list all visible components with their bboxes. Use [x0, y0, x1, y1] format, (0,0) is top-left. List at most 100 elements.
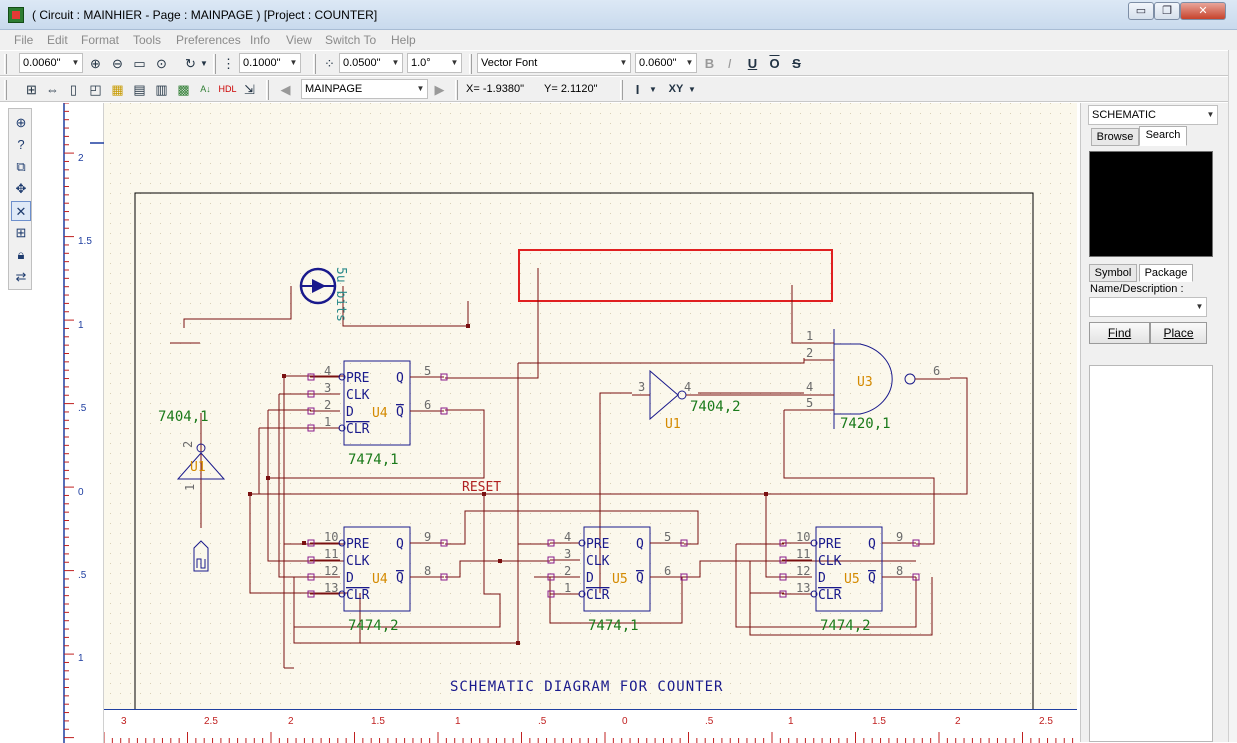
toolbar-grip[interactable] — [4, 54, 7, 74]
schematic-svg[interactable]: 5u bits 2 1 U1 7404,1 PRE 4 CLK 3 D 2 CLR 1 Q 5 Q 6… — [60, 103, 1077, 743]
chevron-down-icon: ▼ — [619, 58, 628, 67]
grid-spacing-combo[interactable]: 0.1000" ▼ — [239, 53, 301, 73]
annotate-icon[interactable]: A↓ — [196, 80, 215, 99]
toolbar-grip[interactable] — [213, 54, 216, 74]
menu-preferences[interactable]: Preferences — [176, 33, 241, 47]
library-combo[interactable]: SCHEMATIC ▼ — [1088, 105, 1218, 125]
tab-package[interactable]: Package — [1139, 264, 1193, 282]
font-combo[interactable]: Vector Font ▼ — [477, 53, 631, 73]
toolbar-grip[interactable] — [455, 80, 458, 100]
page-setup-icon[interactable]: ◰ — [86, 80, 105, 99]
horizontal-ruler[interactable]: 3 2.5 2 1.5 1.5 0.5 1 1.5 2 2.5 — [103, 709, 1077, 743]
chevron-down-icon: ▼ — [71, 58, 80, 67]
italic-button[interactable]: I — [720, 54, 739, 73]
chevron-down-icon: ▼ — [1195, 302, 1204, 311]
line-width-combo[interactable]: 0.0060" ▼ — [19, 53, 83, 73]
toolbar-grip[interactable] — [620, 80, 623, 100]
chevron-down-icon[interactable]: ▼ — [647, 80, 659, 99]
connect-icon[interactable]: ⇄ — [11, 267, 31, 287]
pin-label: Q — [396, 537, 404, 552]
query-icon[interactable]: ? — [11, 135, 31, 155]
netlist-icon[interactable]: ▦ — [108, 80, 127, 99]
insert-mode-button[interactable]: I — [628, 80, 647, 99]
chevron-down-icon[interactable]: ▼ — [198, 54, 210, 73]
zoom-out-icon[interactable]: ⊖ — [108, 54, 127, 73]
zoom-window-icon[interactable]: ▭ — [130, 54, 149, 73]
bold-button[interactable]: B — [700, 54, 719, 73]
menu-info[interactable]: Info — [250, 33, 270, 47]
find-button[interactable]: Find — [1089, 322, 1150, 344]
menu-format[interactable]: Format — [81, 33, 119, 47]
angle-combo[interactable]: 1.0° ▼ — [407, 53, 462, 73]
pin-label: CLK — [586, 554, 610, 569]
close-button[interactable]: ✕ — [1180, 2, 1226, 20]
font-size-value: 0.0600" — [639, 57, 677, 69]
delete-icon[interactable]: ✕ — [11, 201, 31, 221]
menu-file[interactable]: File — [14, 33, 33, 47]
pin-number: 5 — [424, 364, 431, 378]
menu-view[interactable]: View — [286, 33, 312, 47]
tab-search[interactable]: Search — [1139, 126, 1187, 146]
font-size-combo[interactable]: 0.0600" ▼ — [635, 53, 697, 73]
ruler-label: .5 — [538, 716, 547, 727]
chevron-down-icon[interactable]: ▼ — [686, 80, 698, 99]
name-description-label: Name/Description : — [1090, 283, 1184, 295]
navigation-toolbar: ⊞ ⇔ ▯ ◰ ▦ ▤ ▥ ▩ A↓ HDL ⇲ ◀ MAINPAGE ▼ ▶ X… — [0, 76, 1237, 102]
app-icon[interactable] — [8, 7, 24, 23]
place-part-icon[interactable]: ⊕ — [11, 113, 31, 133]
pin-label: Q — [636, 537, 644, 552]
menu-help[interactable]: Help — [391, 33, 416, 47]
toolbar-grip[interactable] — [266, 80, 269, 100]
snap-spacing-combo[interactable]: 0.0500" ▼ — [339, 53, 403, 73]
xy-mode-button[interactable]: XY — [664, 80, 688, 99]
previous-page-icon[interactable]: ◀ — [276, 80, 295, 99]
menu-switch-to[interactable]: Switch To — [325, 33, 376, 47]
hierarchy-icon[interactable]: ⊞ — [22, 80, 41, 99]
pin-label: D — [346, 405, 354, 420]
overline-button[interactable]: O — [765, 54, 784, 73]
vertical-ruler[interactable]: 2 1.5 1.5 0.5 1 — [60, 103, 104, 743]
results-list[interactable] — [1089, 365, 1213, 742]
menu-tools[interactable]: Tools — [133, 33, 161, 47]
new-page-icon[interactable]: ▯ — [64, 80, 83, 99]
page-combo[interactable]: MAINPAGE ▼ — [301, 79, 428, 99]
menu-edit[interactable]: Edit — [47, 33, 68, 47]
export-icon[interactable]: ⇲ — [240, 80, 259, 99]
snap-grid-icon[interactable]: ⁘ — [320, 54, 339, 73]
next-page-icon[interactable]: ▶ — [430, 80, 449, 99]
toolbar-grip[interactable] — [313, 54, 316, 74]
strikethrough-button[interactable]: S — [787, 54, 806, 73]
schematic-canvas[interactable]: 5u bits 2 1 U1 7404,1 PRE 4 CLK 3 D 2 CLR 1 Q 5 Q 6… — [60, 103, 1077, 743]
name-description-input[interactable]: ▼ — [1089, 297, 1207, 317]
toolbar-grip[interactable] — [469, 54, 472, 74]
part-label: 7474,1 — [588, 618, 639, 634]
ruler-label: 2.5 — [204, 716, 218, 727]
restore-button[interactable]: ❐ — [1154, 2, 1180, 20]
pin-icon[interactable]: ⊞ — [11, 223, 31, 243]
ruler-label: 1 — [78, 653, 84, 664]
mirror-icon[interactable]: ⇔ — [43, 80, 62, 99]
place-button[interactable]: Place — [1150, 322, 1207, 344]
move-icon[interactable]: ✥ — [11, 179, 31, 199]
report-icon[interactable]: ▥ — [152, 80, 171, 99]
symbol-preview — [1089, 151, 1213, 257]
zoom-in-icon[interactable]: ⊕ — [86, 54, 105, 73]
window-scrollbar[interactable] — [1228, 50, 1237, 742]
library-icon[interactable]: ▩ — [174, 80, 193, 99]
document-icon[interactable]: ▤ — [130, 80, 149, 99]
minimize-button[interactable]: ▭ — [1128, 2, 1154, 20]
ruler-label: 1 — [78, 320, 84, 331]
tab-browse[interactable]: Browse — [1091, 128, 1139, 146]
hdl-icon[interactable]: HDL — [218, 80, 237, 99]
part-label: 7420,1 — [840, 416, 891, 432]
copy-icon[interactable]: ⧉ — [11, 157, 31, 177]
lock-icon[interactable]: 🔒︎ — [11, 245, 31, 265]
tab-symbol[interactable]: Symbol — [1089, 264, 1137, 282]
pin-number: 3 — [324, 381, 331, 395]
pin-label: D — [818, 571, 826, 586]
underline-button[interactable]: U — [743, 54, 762, 73]
grid-icon[interactable]: ⋮ — [219, 54, 238, 73]
toolbar-grip[interactable] — [4, 80, 7, 100]
zoom-fit-icon[interactable]: ⊙ — [152, 54, 171, 73]
pin-number: 6 — [424, 398, 431, 412]
